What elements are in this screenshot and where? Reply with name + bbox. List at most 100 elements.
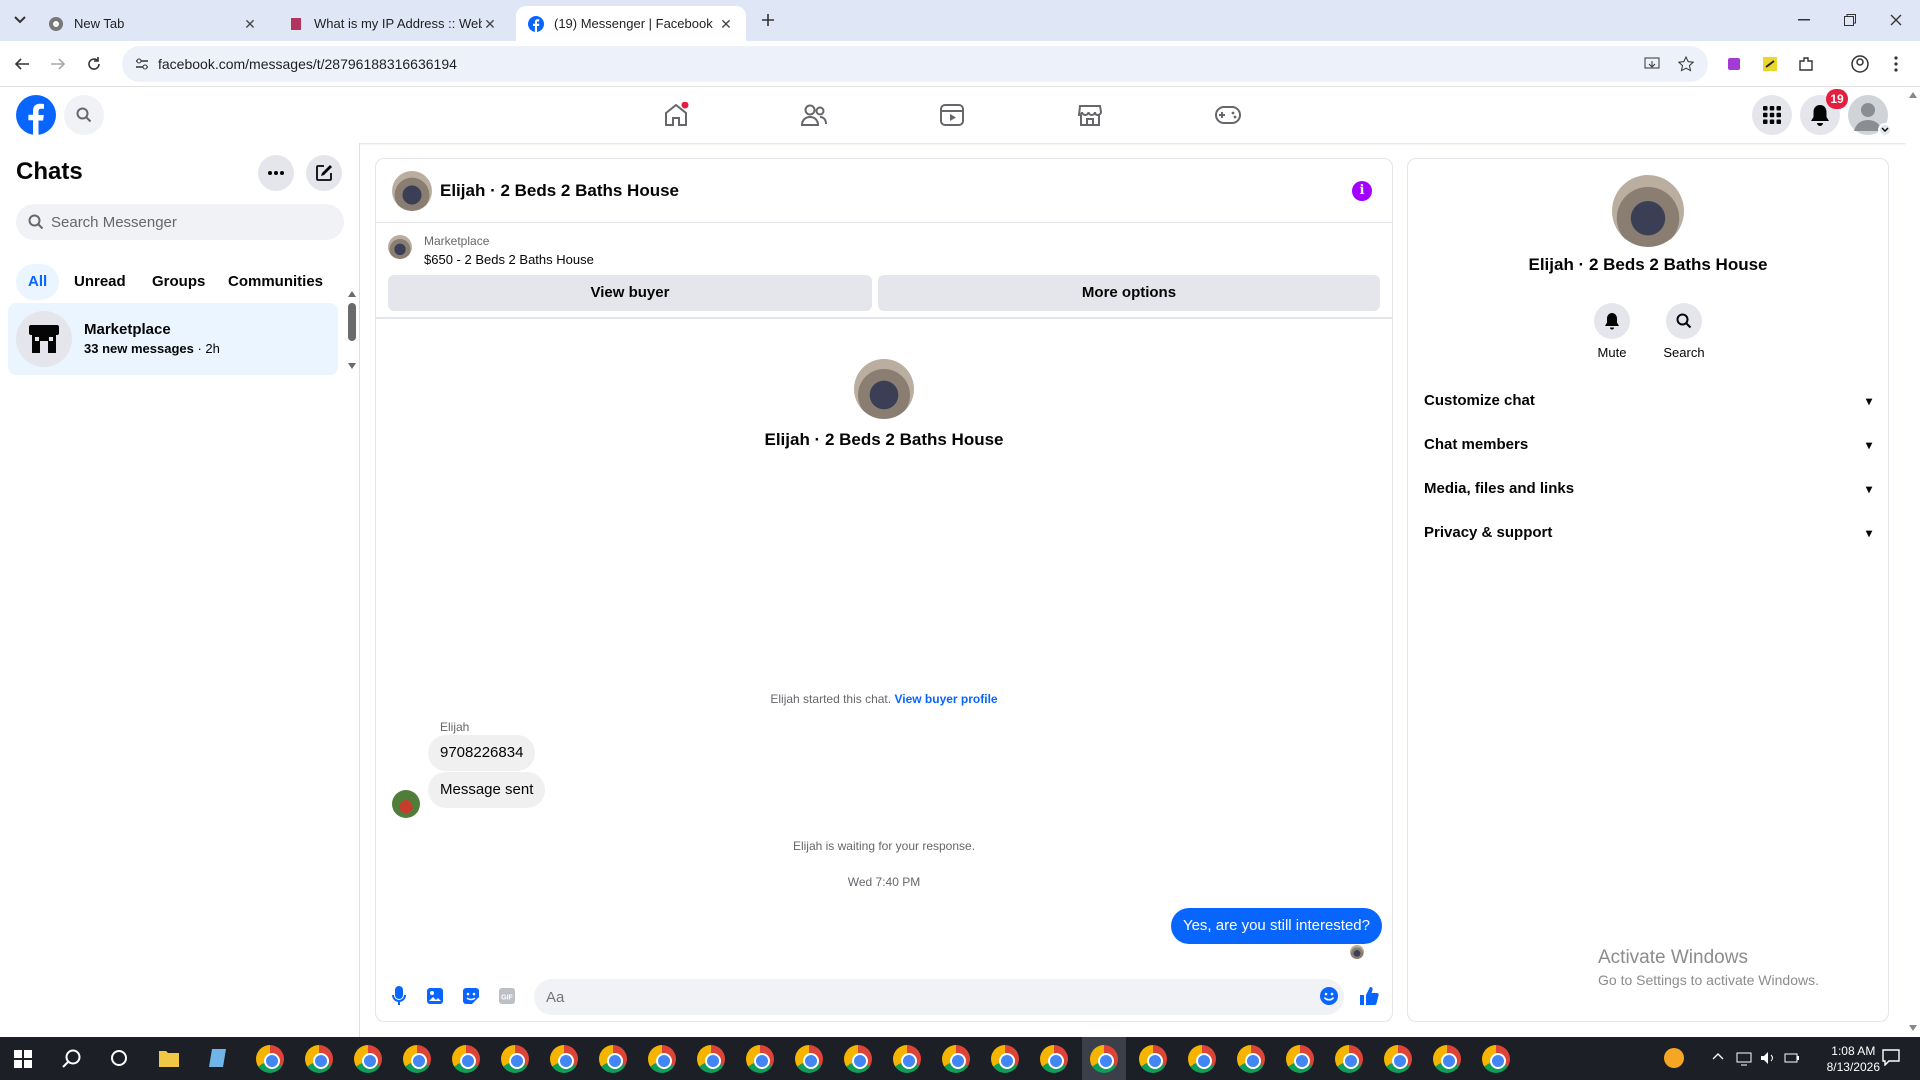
microphone-icon[interactable] xyxy=(388,985,410,1007)
incoming-message[interactable]: Message sent xyxy=(428,772,546,808)
chrome-icon[interactable] xyxy=(795,1045,823,1073)
search-icon[interactable] xyxy=(62,1049,82,1069)
extensions-puzzle-icon[interactable] xyxy=(1792,50,1820,78)
chrome-icon[interactable] xyxy=(1237,1045,1265,1073)
chrome-icon[interactable] xyxy=(893,1045,921,1073)
tab-close-icon[interactable]: ✕ xyxy=(242,16,258,32)
contact-avatar[interactable] xyxy=(392,171,432,211)
filter-unread[interactable]: Unread xyxy=(62,264,138,300)
chrome-icon[interactable] xyxy=(648,1045,676,1073)
site-info-icon[interactable] xyxy=(134,56,150,72)
account-chevron-icon[interactable] xyxy=(1878,123,1892,137)
gif-icon[interactable]: GIF xyxy=(496,985,518,1007)
chrome-icon[interactable] xyxy=(746,1045,774,1073)
forward-arrow-icon[interactable] xyxy=(44,50,72,78)
chrome-icon[interactable] xyxy=(1040,1045,1068,1073)
view-buyer-button[interactable]: View buyer xyxy=(388,275,872,311)
back-arrow-icon[interactable] xyxy=(8,50,36,78)
tab-ip-address[interactable]: What is my IP Address :: WebBr ✕ xyxy=(276,6,510,41)
filter-all[interactable]: All xyxy=(16,264,60,300)
outgoing-message[interactable]: Yes, are you still interested? xyxy=(1170,908,1382,944)
home-icon[interactable] xyxy=(658,97,694,133)
notification-center-icon[interactable] xyxy=(1882,1048,1900,1066)
chrome-icon[interactable] xyxy=(844,1045,872,1073)
chrome-icon[interactable] xyxy=(1384,1045,1412,1073)
extension-yellow-icon[interactable] xyxy=(1756,50,1784,78)
chrome-icon[interactable] xyxy=(1090,1045,1118,1073)
chrome-icon[interactable] xyxy=(1286,1045,1314,1073)
fb-search-icon[interactable] xyxy=(64,95,104,135)
video-icon[interactable] xyxy=(934,97,970,133)
chrome-icon[interactable] xyxy=(1482,1045,1510,1073)
marketplace-icon[interactable] xyxy=(1072,97,1108,133)
search-messenger-input[interactable]: Search Messenger xyxy=(16,204,344,240)
conversation-title[interactable]: Elijah · 2 Beds 2 Baths House xyxy=(440,181,679,201)
windows-start-icon[interactable] xyxy=(14,1050,32,1068)
filter-communities[interactable]: Communities xyxy=(216,264,335,300)
chrome-icon[interactable] xyxy=(697,1045,725,1073)
reload-icon[interactable] xyxy=(80,50,108,78)
restore-icon[interactable] xyxy=(1836,6,1864,34)
media-files-links-row[interactable]: Media, files and links ▾ xyxy=(1424,467,1872,511)
incoming-message[interactable]: 9708226834 xyxy=(428,735,536,771)
notepad-icon[interactable] xyxy=(208,1047,230,1069)
emoji-icon[interactable] xyxy=(1318,985,1340,1007)
friends-icon[interactable] xyxy=(796,97,832,133)
mute-button[interactable]: Mute xyxy=(1582,303,1642,360)
new-tab-icon[interactable] xyxy=(754,6,782,34)
scroll-down-arrow-icon[interactable] xyxy=(348,363,356,369)
tab-close-icon[interactable]: ✕ xyxy=(482,16,498,32)
chrome-icon[interactable] xyxy=(403,1045,431,1073)
customize-chat-row[interactable]: Customize chat ▾ xyxy=(1424,379,1872,423)
minimize-icon[interactable] xyxy=(1790,6,1818,34)
message-input[interactable] xyxy=(534,979,1344,1015)
tab-messenger[interactable]: (19) Messenger | Facebook ✕ xyxy=(516,6,746,41)
tab-close-icon[interactable]: ✕ xyxy=(718,16,734,32)
address-bar[interactable]: facebook.com/messages/t/2879618831663619… xyxy=(122,46,1708,82)
chrome-icon[interactable] xyxy=(1433,1045,1461,1073)
install-app-icon[interactable] xyxy=(1644,56,1660,72)
view-buyer-profile-link[interactable]: View buyer profile xyxy=(894,692,997,706)
more-options-icon[interactable] xyxy=(258,155,294,191)
chrome-icon[interactable] xyxy=(599,1045,627,1073)
file-explorer-icon[interactable] xyxy=(158,1048,180,1068)
listing-thumbnail[interactable] xyxy=(388,235,412,259)
filter-groups[interactable]: Groups xyxy=(140,264,217,300)
chrome-icon[interactable] xyxy=(991,1045,1019,1073)
tab-search-icon[interactable] xyxy=(6,6,34,34)
show-hidden-icons-chevron-icon[interactable] xyxy=(1712,1052,1724,1060)
chrome-icon[interactable] xyxy=(550,1045,578,1073)
chrome-icon[interactable] xyxy=(501,1045,529,1073)
new-message-icon[interactable] xyxy=(306,155,342,191)
gaming-icon[interactable] xyxy=(1210,97,1246,133)
scroll-up-arrow-icon[interactable] xyxy=(348,291,356,297)
close-window-icon[interactable] xyxy=(1882,6,1910,34)
chat-list-item-marketplace[interactable]: Marketplace 33 new messages · 2h xyxy=(8,303,338,375)
chrome-icon[interactable] xyxy=(1335,1045,1363,1073)
network-icon[interactable] xyxy=(1736,1050,1752,1066)
tab-new-tab[interactable]: New Tab ✕ xyxy=(36,6,270,41)
chrome-icon[interactable] xyxy=(1188,1045,1216,1073)
browser-menu-icon[interactable] xyxy=(1882,50,1910,78)
menu-grid-icon[interactable] xyxy=(1752,95,1792,135)
bookmark-star-icon[interactable] xyxy=(1678,56,1694,72)
search-in-conversation-button[interactable]: Search xyxy=(1654,303,1714,360)
chrome-icon[interactable] xyxy=(1139,1045,1167,1073)
chat-members-row[interactable]: Chat members ▾ xyxy=(1424,423,1872,467)
chrome-icon[interactable] xyxy=(256,1045,284,1073)
privacy-support-row[interactable]: Privacy & support ▾ xyxy=(1424,511,1872,555)
url-text[interactable]: facebook.com/messages/t/2879618831663619… xyxy=(158,56,457,72)
like-thumbs-up-icon[interactable] xyxy=(1358,985,1380,1007)
task-view-icon[interactable] xyxy=(110,1049,128,1067)
photo-attach-icon[interactable] xyxy=(424,985,446,1007)
scroll-up-arrow-icon[interactable] xyxy=(1909,92,1917,98)
sender-avatar[interactable] xyxy=(392,790,420,818)
system-clock[interactable]: 1:08 AM 8/13/2026 xyxy=(1827,1043,1880,1075)
chrome-icon[interactable] xyxy=(354,1045,382,1073)
weather-icon[interactable] xyxy=(1664,1048,1684,1068)
more-options-button[interactable]: More options xyxy=(878,275,1380,311)
listing-title[interactable]: $650 - 2 Beds 2 Baths House xyxy=(424,252,594,267)
sticker-icon[interactable] xyxy=(460,985,482,1007)
facebook-logo-icon[interactable] xyxy=(16,95,56,135)
profile-icon[interactable] xyxy=(1846,50,1874,78)
